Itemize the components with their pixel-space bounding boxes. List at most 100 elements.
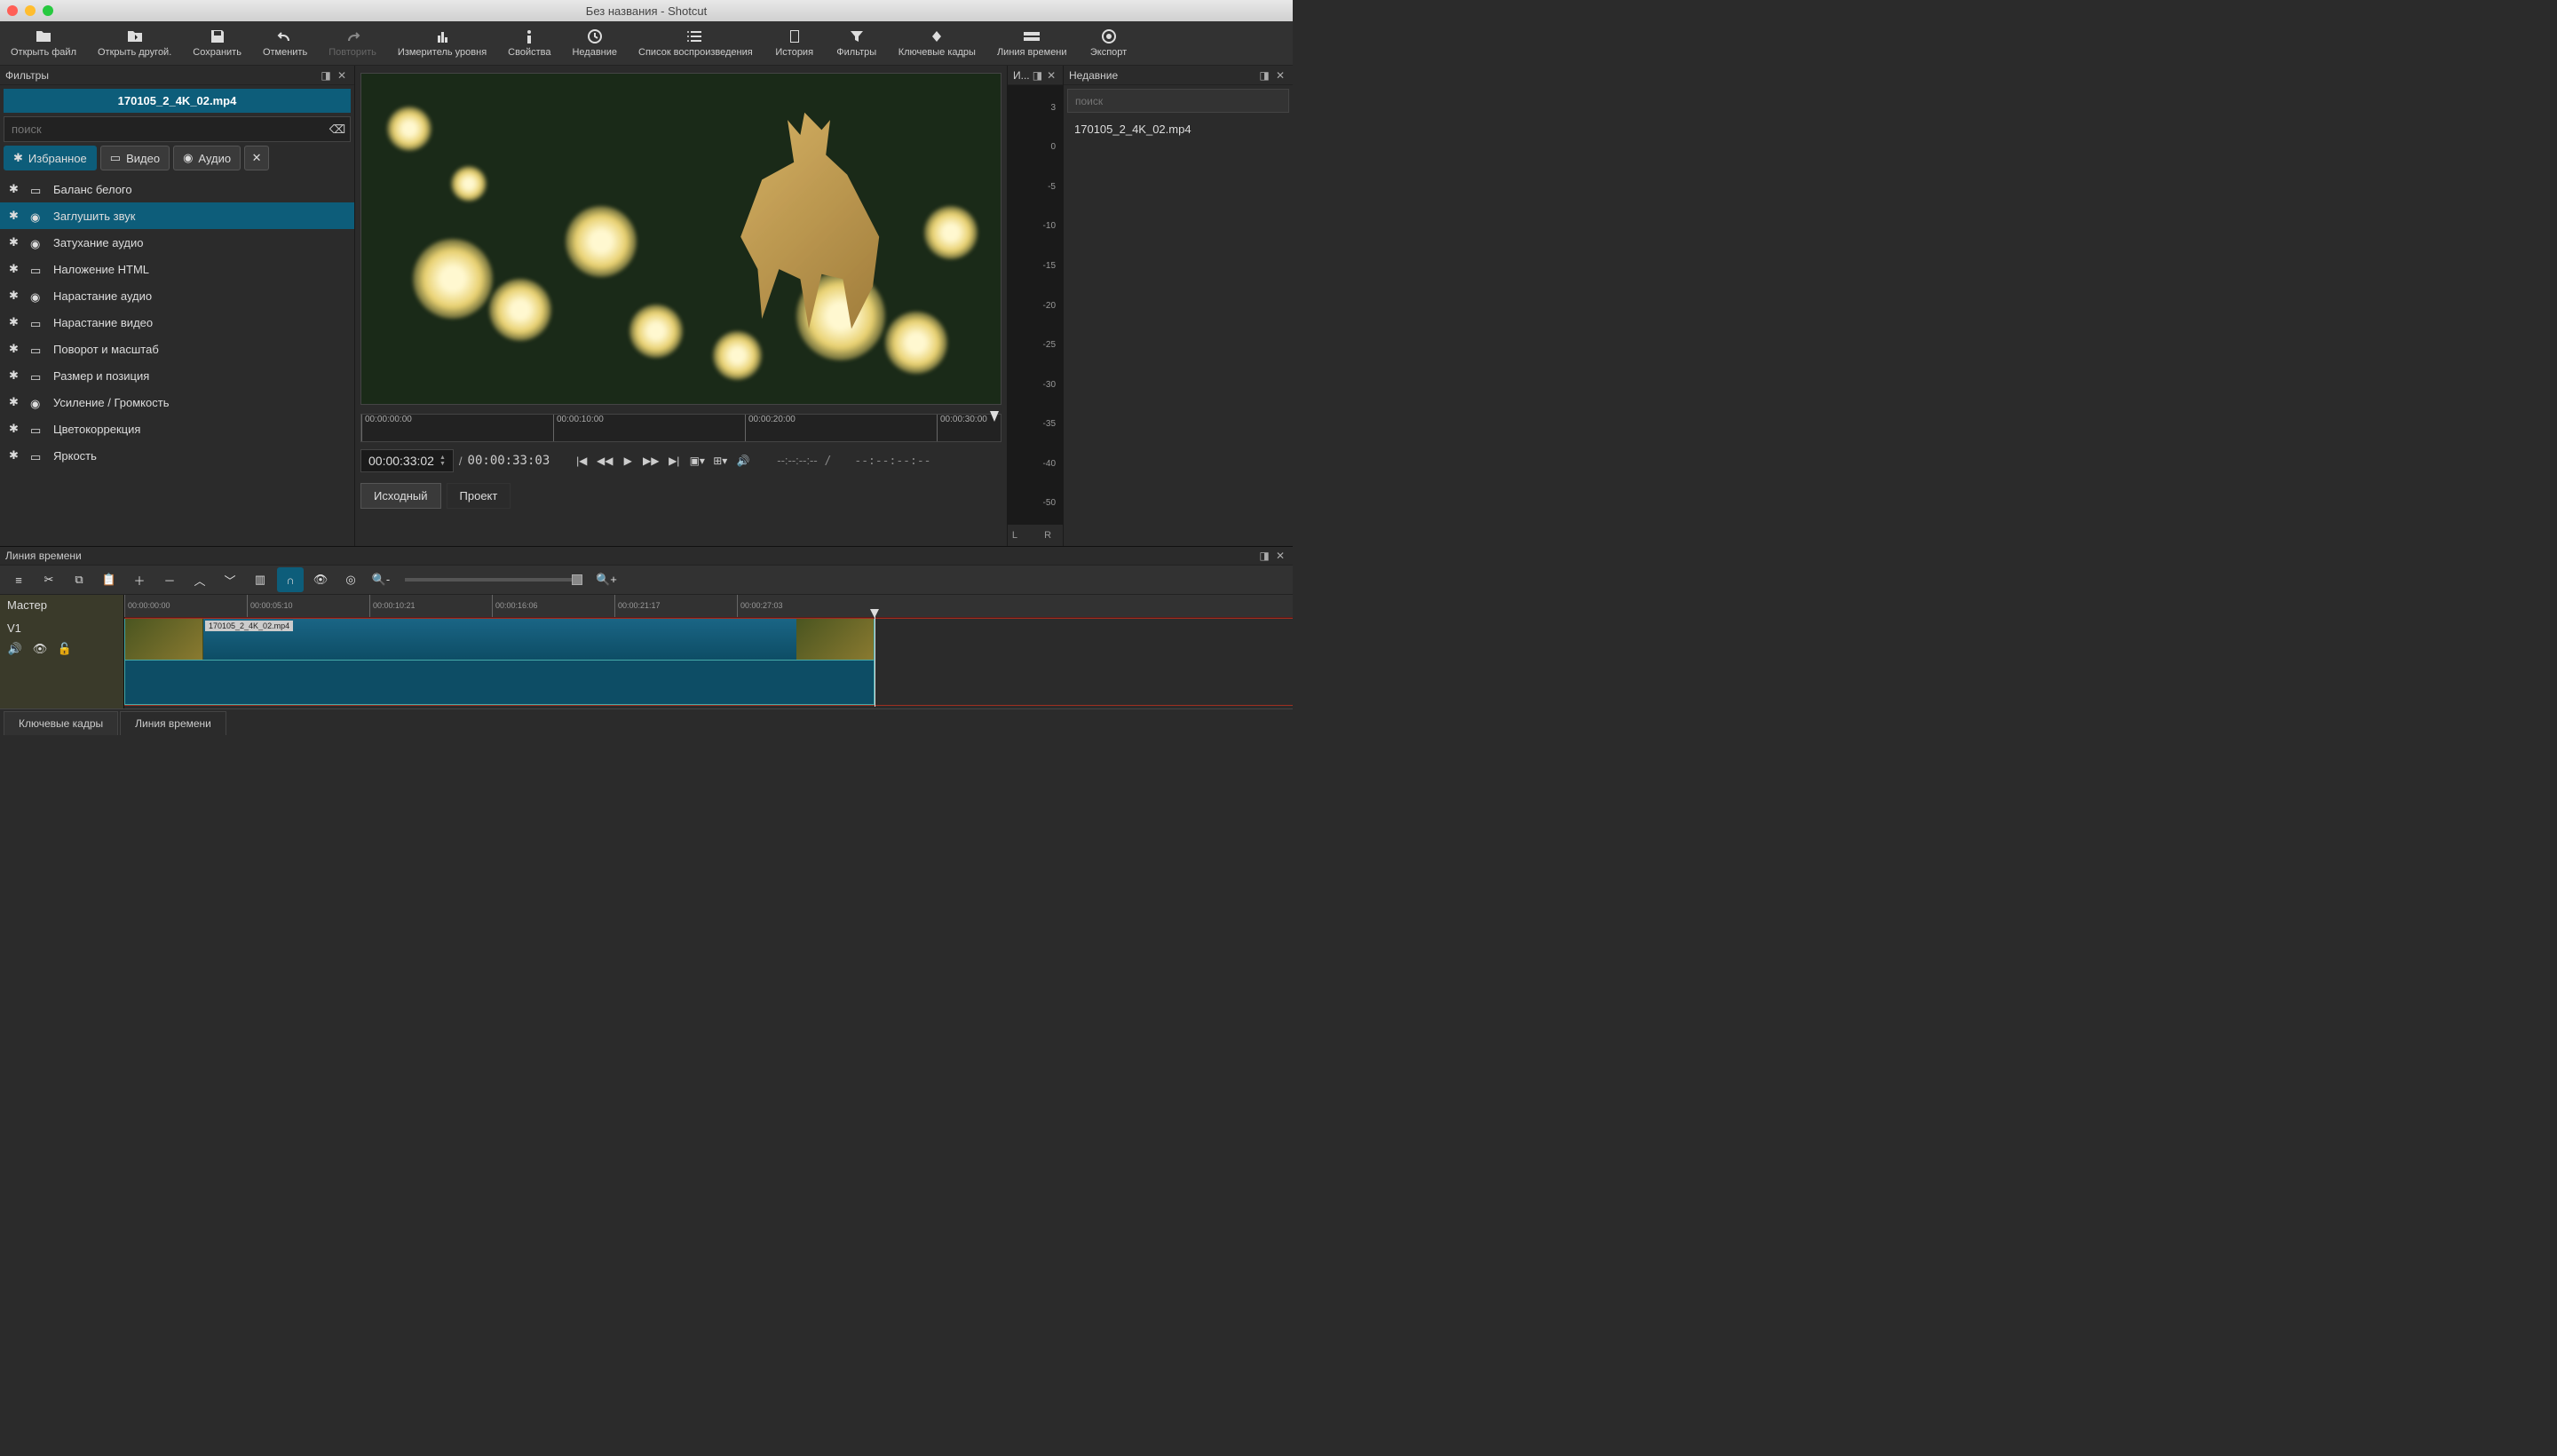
append-button[interactable]: ＋ xyxy=(126,567,153,592)
lift-button[interactable]: ︿ xyxy=(186,567,213,592)
mute-track-icon[interactable]: 🔊 xyxy=(7,642,23,656)
toolbar-redo[interactable]: Повторить xyxy=(318,25,387,61)
star-icon[interactable]: ✱ xyxy=(9,209,21,223)
toolbar-timeline[interactable]: Линия времени xyxy=(986,25,1078,61)
undock-icon[interactable]: ◨ xyxy=(1257,68,1271,83)
toolbar-playlist[interactable]: Список воспроизведения xyxy=(628,25,764,61)
zoom-in-button[interactable]: 🔍+ xyxy=(593,567,620,592)
video-preview[interactable] xyxy=(360,73,1001,405)
category-audio[interactable]: ◉Аудио xyxy=(173,146,241,170)
timeline-clip-audio[interactable] xyxy=(124,661,875,705)
overwrite-button[interactable]: ﹀ xyxy=(217,567,243,592)
zoom-out-button[interactable]: 🔍- xyxy=(368,567,394,592)
star-icon[interactable]: ✱ xyxy=(9,262,21,276)
star-icon[interactable]: ✱ xyxy=(9,289,21,303)
close-panel-icon[interactable]: ✕ xyxy=(1273,549,1287,563)
hide-track-icon[interactable]: 👁 xyxy=(32,642,48,656)
timeline-tracks[interactable]: 00:00:00:0000:00:05:1000:00:10:2100:00:1… xyxy=(124,595,1293,708)
track-v1-label[interactable]: V1 xyxy=(0,618,123,638)
filter-item[interactable]: ✱◉Заглушить звук xyxy=(0,202,354,229)
filter-item[interactable]: ✱◉Нарастание аудио xyxy=(0,282,354,309)
toolbar-label: Экспорт xyxy=(1090,47,1127,58)
filter-search-input[interactable] xyxy=(4,117,325,141)
recent-search-input[interactable] xyxy=(1075,95,1281,107)
toolbar-peak-meter[interactable]: Измеритель уровня xyxy=(387,25,497,61)
star-icon[interactable]: ✱ xyxy=(9,235,21,249)
lock-track-icon[interactable]: 🔓 xyxy=(57,642,73,656)
scrub-audio-button[interactable]: 👁 xyxy=(307,567,334,592)
fast-forward-button[interactable]: ▶▶ xyxy=(640,451,661,471)
filter-item[interactable]: ✱◉Усиление / Громкость xyxy=(0,389,354,415)
timeline-clip[interactable]: 170105_2_4K_02.mp4 xyxy=(124,618,875,661)
split-button[interactable]: ▥ xyxy=(247,567,273,592)
zoom-slider[interactable] xyxy=(405,578,582,582)
timecode-spinner[interactable]: ▲▼ xyxy=(439,455,446,467)
master-track-label[interactable]: Мастер xyxy=(0,595,123,618)
recent-search[interactable] xyxy=(1067,89,1289,113)
toolbar-save[interactable]: Сохранить xyxy=(182,25,252,61)
filter-item[interactable]: ✱▭Поворот и масштаб xyxy=(0,336,354,362)
scrub-bar[interactable]: 00:00:00:0000:00:10:0000:00:20:0000:00:3… xyxy=(360,414,1001,442)
filter-search[interactable]: ⌫ xyxy=(4,116,351,142)
timecode-field[interactable]: 00:00:33:02 ▲▼ xyxy=(360,449,454,472)
undock-icon[interactable]: ◨ xyxy=(1032,68,1044,83)
filter-item[interactable]: ✱▭Баланс белого xyxy=(0,176,354,202)
skip-start-button[interactable]: |◀ xyxy=(571,451,592,471)
close-panel-icon[interactable]: ✕ xyxy=(335,68,349,83)
filter-item[interactable]: ✱▭Наложение HTML xyxy=(0,256,354,282)
toolbar-undo[interactable]: Отменить xyxy=(252,25,318,61)
timeline-ruler[interactable]: 00:00:00:0000:00:05:1000:00:10:2100:00:1… xyxy=(124,595,1293,618)
copy-button[interactable]: ⧉ xyxy=(66,567,92,592)
grid-dropdown[interactable]: ⊞▾ xyxy=(709,451,731,471)
toolbar-properties[interactable]: Свойства xyxy=(497,25,561,61)
toolbar-open-other[interactable]: Открыть другой. xyxy=(87,25,182,61)
maximize-window-button[interactable] xyxy=(43,5,53,16)
toolbar-export[interactable]: Экспорт xyxy=(1078,25,1140,61)
toolbar-filters[interactable]: Фильтры xyxy=(826,25,888,61)
toolbar-recent[interactable]: Недавние xyxy=(561,25,628,61)
bottom-tab[interactable]: Ключевые кадры xyxy=(4,711,118,735)
playhead-icon[interactable] xyxy=(990,411,999,422)
rewind-button[interactable]: ◀◀ xyxy=(594,451,615,471)
volume-button[interactable]: 🔊 xyxy=(732,451,754,471)
close-panel-icon[interactable]: ✕ xyxy=(1273,68,1287,83)
remove-button[interactable]: － xyxy=(156,567,183,592)
filter-item[interactable]: ✱▭Яркость xyxy=(0,442,354,469)
toolbar-keyframes[interactable]: Ключевые кадры xyxy=(888,25,986,61)
cut-button[interactable]: ✂ xyxy=(36,567,62,592)
meter-scale-label: -50 xyxy=(1043,498,1056,508)
category-video[interactable]: ▭Видео xyxy=(100,146,170,170)
skip-end-button[interactable]: ▶| xyxy=(663,451,685,471)
undock-icon[interactable]: ◨ xyxy=(1257,549,1271,563)
play-button[interactable]: ▶ xyxy=(617,451,638,471)
snap-button[interactable]: ∩ xyxy=(277,567,304,592)
toolbar-open-file[interactable]: Открыть файл xyxy=(0,25,87,61)
star-icon[interactable]: ✱ xyxy=(9,182,21,196)
category-fav[interactable]: ✱Избранное xyxy=(4,146,97,170)
clear-search-icon[interactable]: ⌫ xyxy=(325,123,350,137)
star-icon[interactable]: ✱ xyxy=(9,342,21,356)
star-icon[interactable]: ✱ xyxy=(9,368,21,383)
filter-item[interactable]: ✱▭Размер и позиция xyxy=(0,362,354,389)
close-panel-icon[interactable]: ✕ xyxy=(1045,68,1057,83)
zoom-dropdown[interactable]: ▣▾ xyxy=(686,451,708,471)
minimize-window-button[interactable] xyxy=(25,5,36,16)
filter-item[interactable]: ✱◉Затухание аудио xyxy=(0,229,354,256)
star-icon[interactable]: ✱ xyxy=(9,315,21,329)
source-tab[interactable]: Исходный xyxy=(360,483,441,509)
menu-button[interactable]: ≡ xyxy=(5,567,32,592)
toolbar-history[interactable]: История xyxy=(764,25,826,61)
undock-icon[interactable]: ◨ xyxy=(319,68,333,83)
filter-item[interactable]: ✱▭Нарастание видео xyxy=(0,309,354,336)
recent-item[interactable]: 170105_2_4K_02.mp4 xyxy=(1067,118,1289,140)
star-icon[interactable]: ✱ xyxy=(9,422,21,436)
project-tab[interactable]: Проект xyxy=(447,483,511,509)
ripple-button[interactable]: ◎ xyxy=(337,567,364,592)
bottom-tab[interactable]: Линия времени xyxy=(120,711,226,735)
filter-item[interactable]: ✱▭Цветокоррекция xyxy=(0,415,354,442)
paste-button[interactable]: 📋 xyxy=(96,567,123,592)
close-add-filter-button[interactable]: ✕ xyxy=(244,146,269,170)
star-icon[interactable]: ✱ xyxy=(9,448,21,463)
close-window-button[interactable] xyxy=(7,5,18,16)
star-icon[interactable]: ✱ xyxy=(9,395,21,409)
